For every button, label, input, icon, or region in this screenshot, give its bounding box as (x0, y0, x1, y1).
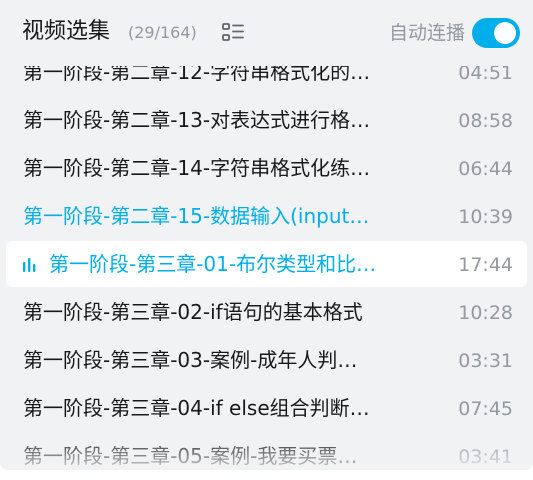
episode-row-13[interactable]: 第一阶段-第二章-13-对表达式进行格… 08:58 (6, 97, 527, 143)
episode-row-05[interactable]: 第一阶段-第三章-05-案例-我要买票… 03:41 (6, 433, 527, 470)
episode-duration: 06:44 (458, 158, 513, 180)
episode-duration: 10:39 (458, 206, 513, 228)
episode-duration: 10:28 (458, 302, 513, 324)
episode-title: 第一阶段-第三章-01-布尔类型和比… (49, 252, 377, 276)
panel-header: 视频选集 (29/164) 自动连播 (0, 0, 533, 66)
toggle-knob (494, 22, 516, 44)
playing-bars-icon (23, 258, 36, 272)
episode-duration: 03:31 (458, 350, 513, 372)
episode-title: 第一阶段-第三章-02-if语句的基本格式 (23, 300, 363, 324)
autoplay-label: 自动连播 (388, 22, 465, 44)
episode-duration: 03:41 (458, 446, 513, 468)
episode-duration: 08:58 (458, 110, 513, 132)
episode-row-current[interactable]: 第一阶段-第三章-01-布尔类型和比… 17:44 (6, 241, 527, 287)
panel-title: 视频选集 (22, 19, 111, 44)
episode-title: 第一阶段-第三章-04-if else组合判断… (23, 396, 370, 420)
episode-list[interactable]: 第一阶段-第二章-12-字符串格式化的… 04:51 第一阶段-第二章-13-对… (0, 0, 533, 470)
video-selection-panel: 第一阶段-第二章-12-字符串格式化的… 04:51 第一阶段-第二章-13-对… (0, 0, 533, 470)
episode-title: 第一阶段-第二章-14-字符串格式化练… (23, 156, 371, 180)
episode-count: (29/164) (128, 23, 197, 42)
episode-title: 第一阶段-第三章-05-案例-我要买票… (23, 444, 358, 468)
episode-row-15[interactable]: 第一阶段-第二章-15-数据输入(input… 10:39 (6, 193, 527, 239)
episode-duration: 07:45 (458, 398, 513, 420)
episode-duration: 17:44 (458, 254, 513, 276)
episode-row-03[interactable]: 第一阶段-第三章-03-案例-成年人判… 03:31 (6, 337, 527, 383)
episode-title: 第一阶段-第二章-13-对表达式进行格… (23, 108, 371, 132)
episode-row-02[interactable]: 第一阶段-第三章-02-if语句的基本格式 10:28 (6, 289, 527, 335)
episode-row-04[interactable]: 第一阶段-第三章-04-if else组合判断… 07:45 (6, 385, 527, 431)
episode-row-14[interactable]: 第一阶段-第二章-14-字符串格式化练… 06:44 (6, 145, 527, 191)
list-view-icon[interactable] (222, 23, 244, 43)
episode-title: 第一阶段-第三章-03-案例-成年人判… (23, 348, 358, 372)
episode-title: 第一阶段-第二章-15-数据输入(input… (23, 204, 370, 228)
autoplay-toggle[interactable] (472, 18, 520, 48)
